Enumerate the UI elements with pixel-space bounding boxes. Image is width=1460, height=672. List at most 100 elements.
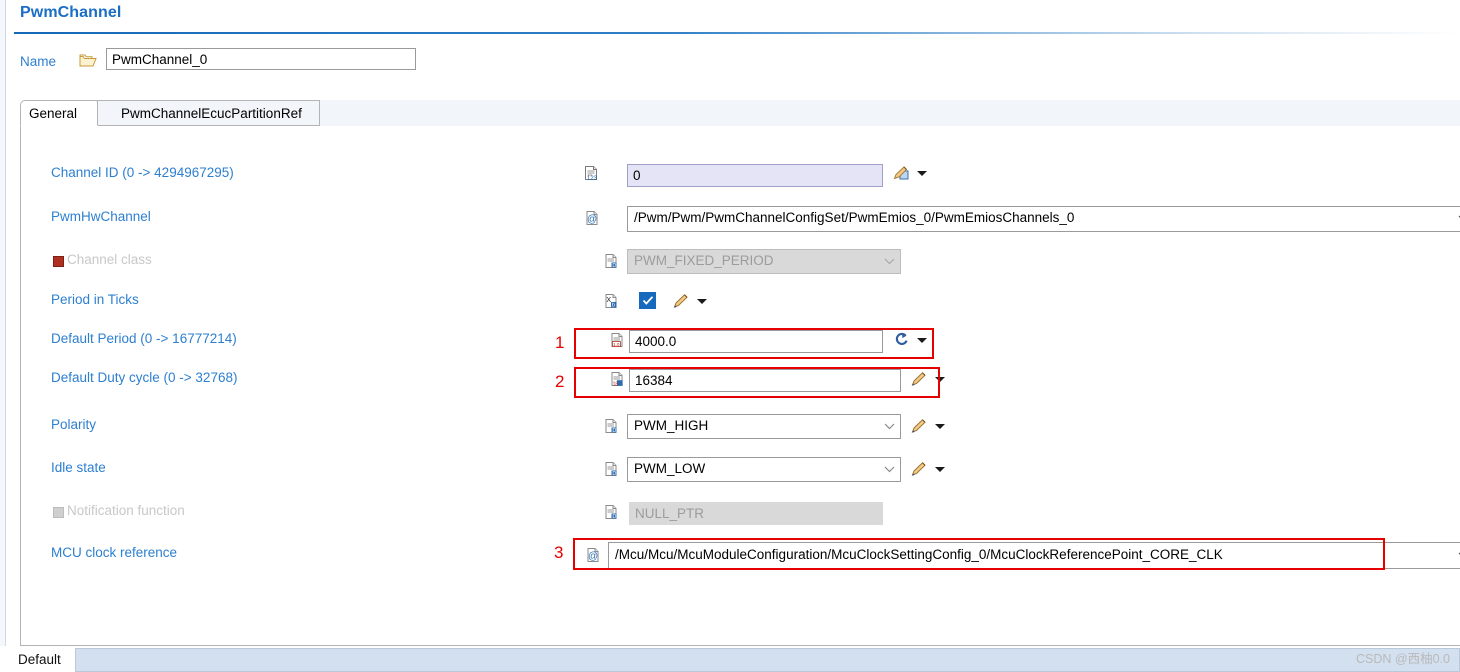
svg-text:b: b	[612, 303, 615, 309]
field-label-channel-class: Channel class	[67, 252, 152, 267]
pencil-icon[interactable]	[911, 418, 928, 434]
tabstrip: PwmChannelEcucPartitionRef General	[20, 100, 1460, 128]
annotation-number-1: 1	[555, 333, 565, 352]
field-row-pwmhwchannel: PwmHwChannel @ /Pwm/Pwm/PwmChannelConfig…	[21, 200, 1460, 240]
recalculate-icon[interactable]	[893, 332, 910, 348]
tab-pwmchannelecucpartitionref[interactable]: PwmChannelEcucPartitionRef	[92, 100, 320, 126]
tab-label: General	[29, 106, 78, 121]
edit-value-icon[interactable]	[893, 165, 910, 181]
enum-attribute-icon: D	[603, 461, 619, 477]
field-label-period-in-ticks: Period in Ticks	[51, 292, 139, 307]
enum-attribute-icon: D	[603, 504, 619, 520]
chevron-down-icon[interactable]	[935, 424, 945, 429]
default-value-field[interactable]	[75, 648, 1460, 672]
annotation-number-3: 3	[554, 543, 564, 562]
notification-function-input	[629, 502, 883, 525]
channel-class-value: PWM_FIXED_PERIOD	[634, 253, 774, 268]
default-label: Default	[18, 652, 61, 667]
left-rail	[0, 0, 6, 672]
mcu-clock-reference-value: /Mcu/Mcu/McuModuleConfiguration/McuClock…	[615, 547, 1223, 562]
pencil-icon[interactable]	[673, 293, 690, 309]
svg-text:D: D	[612, 263, 616, 269]
field-row-idle-state: Idle state D PWM_LOW	[21, 451, 1460, 491]
pencil-icon[interactable]	[911, 371, 928, 387]
channel-class-combo: PWM_FIXED_PERIOD	[627, 249, 901, 274]
svg-text:D: D	[612, 514, 616, 520]
svg-text:@: @	[587, 214, 597, 225]
annotation-number-2: 2	[555, 372, 565, 391]
chevron-down-icon[interactable]	[935, 377, 945, 382]
field-label-default-duty-cycle: Default Duty cycle (0 -> 32768)	[51, 370, 238, 385]
pwmhwchannel-value: /Pwm/Pwm/PwmChannelConfigSet/PwmEmios_0/…	[634, 210, 1075, 225]
default-period-input[interactable]	[629, 330, 883, 353]
period-in-ticks-edit-cluster[interactable]	[673, 291, 713, 311]
field-row-notification-function: Notification function D	[21, 494, 1460, 534]
svg-text:1.0: 1.0	[613, 342, 620, 347]
int-attribute-icon: 18	[609, 371, 625, 388]
mcu-clock-reference-combo[interactable]: /Mcu/Mcu/McuModuleConfiguration/McuClock…	[608, 542, 1460, 569]
enum-attribute-icon: D	[603, 418, 619, 434]
chevron-down-icon[interactable]	[697, 299, 707, 304]
watermark: CSDN @西柚0.0	[1356, 652, 1450, 666]
period-in-ticks-checkbox[interactable]	[639, 292, 656, 309]
folder-icon	[79, 53, 97, 68]
field-label-notification-function: Notification function	[67, 503, 185, 518]
default-duty-cycle-edit-cluster[interactable]	[911, 369, 951, 389]
field-row-mcu-clock-reference: MCU clock reference @ /Mcu/Mcu/McuModule…	[21, 536, 1460, 576]
name-label: Name	[20, 54, 57, 69]
field-row-polarity: Polarity D PWM_HIGH	[21, 408, 1460, 448]
default-period-edit-cluster[interactable]	[893, 330, 933, 350]
optional-marker-icon	[53, 507, 64, 518]
svg-text:D: D	[612, 471, 616, 477]
field-label-polarity: Polarity	[51, 417, 97, 432]
name-input[interactable]	[106, 48, 416, 70]
svg-text:D: D	[612, 428, 616, 434]
chevron-down-icon[interactable]	[935, 467, 945, 472]
svg-text:@: @	[588, 551, 598, 562]
general-tab-panel: Channel ID (0 -> 4294967295) 123 0 PwmHw…	[20, 126, 1460, 646]
idle-state-combo[interactable]: PWM_LOW	[627, 457, 901, 482]
default-bar: Default	[0, 646, 1460, 672]
reference-at-icon: @	[585, 547, 601, 563]
field-label-channel-id: Channel ID (0 -> 4294967295)	[51, 165, 234, 180]
header-divider	[14, 32, 1460, 34]
svg-text:123: 123	[587, 176, 598, 181]
field-row-default-period: Default Period (0 -> 16777214) 1.0	[21, 322, 1460, 362]
channel-id-input[interactable]	[627, 164, 883, 187]
field-label-pwmhwchannel: PwmHwChannel	[51, 209, 151, 224]
svg-text:18: 18	[613, 382, 619, 387]
reference-at-icon: @	[584, 210, 600, 226]
default-duty-cycle-input[interactable]	[629, 369, 901, 392]
chevron-down-icon	[884, 258, 895, 265]
constraint-marker-icon	[53, 256, 64, 267]
idle-state-edit-cluster[interactable]	[911, 459, 951, 479]
chevron-down-icon[interactable]	[884, 423, 895, 430]
float-attribute-icon: 1.0	[609, 332, 625, 348]
chevron-down-icon[interactable]	[917, 338, 927, 343]
tab-general[interactable]: General	[20, 100, 98, 126]
field-label-mcu-clock-reference: MCU clock reference	[51, 545, 178, 560]
enum-attribute-icon: D	[603, 253, 619, 269]
chevron-down-icon[interactable]	[884, 466, 895, 473]
field-row-period-in-ticks: Period in Ticks X b	[21, 283, 1460, 323]
page-title: PwmChannel	[20, 4, 122, 21]
int-attribute-icon: 123	[583, 165, 599, 182]
tab-label: PwmChannelEcucPartitionRef	[121, 106, 302, 121]
polarity-combo[interactable]: PWM_HIGH	[627, 414, 901, 439]
pwmhwchannel-combo[interactable]: /Pwm/Pwm/PwmChannelConfigSet/PwmEmios_0/…	[627, 206, 1460, 232]
field-label-idle-state: Idle state	[51, 460, 106, 475]
form-header: PwmChannel	[6, 0, 1460, 32]
chevron-down-icon[interactable]	[917, 171, 927, 176]
field-row-channel-id: Channel ID (0 -> 4294967295) 123	[21, 156, 1460, 196]
pencil-icon[interactable]	[911, 461, 928, 477]
field-row-channel-class: Channel class D PWM_FIXED_PERIOD	[21, 243, 1460, 283]
field-row-default-duty-cycle: Default Duty cycle (0 -> 32768) 18	[21, 361, 1460, 401]
polarity-edit-cluster[interactable]	[911, 416, 951, 436]
svg-text:X: X	[606, 297, 611, 304]
tabstrip-filler	[320, 100, 1460, 128]
channel-id-edit-cluster[interactable]	[893, 163, 933, 183]
field-label-default-period: Default Period (0 -> 16777214)	[51, 331, 237, 346]
bool-attribute-icon: X b	[603, 293, 619, 309]
idle-state-value: PWM_LOW	[634, 461, 706, 476]
polarity-value: PWM_HIGH	[634, 418, 709, 433]
